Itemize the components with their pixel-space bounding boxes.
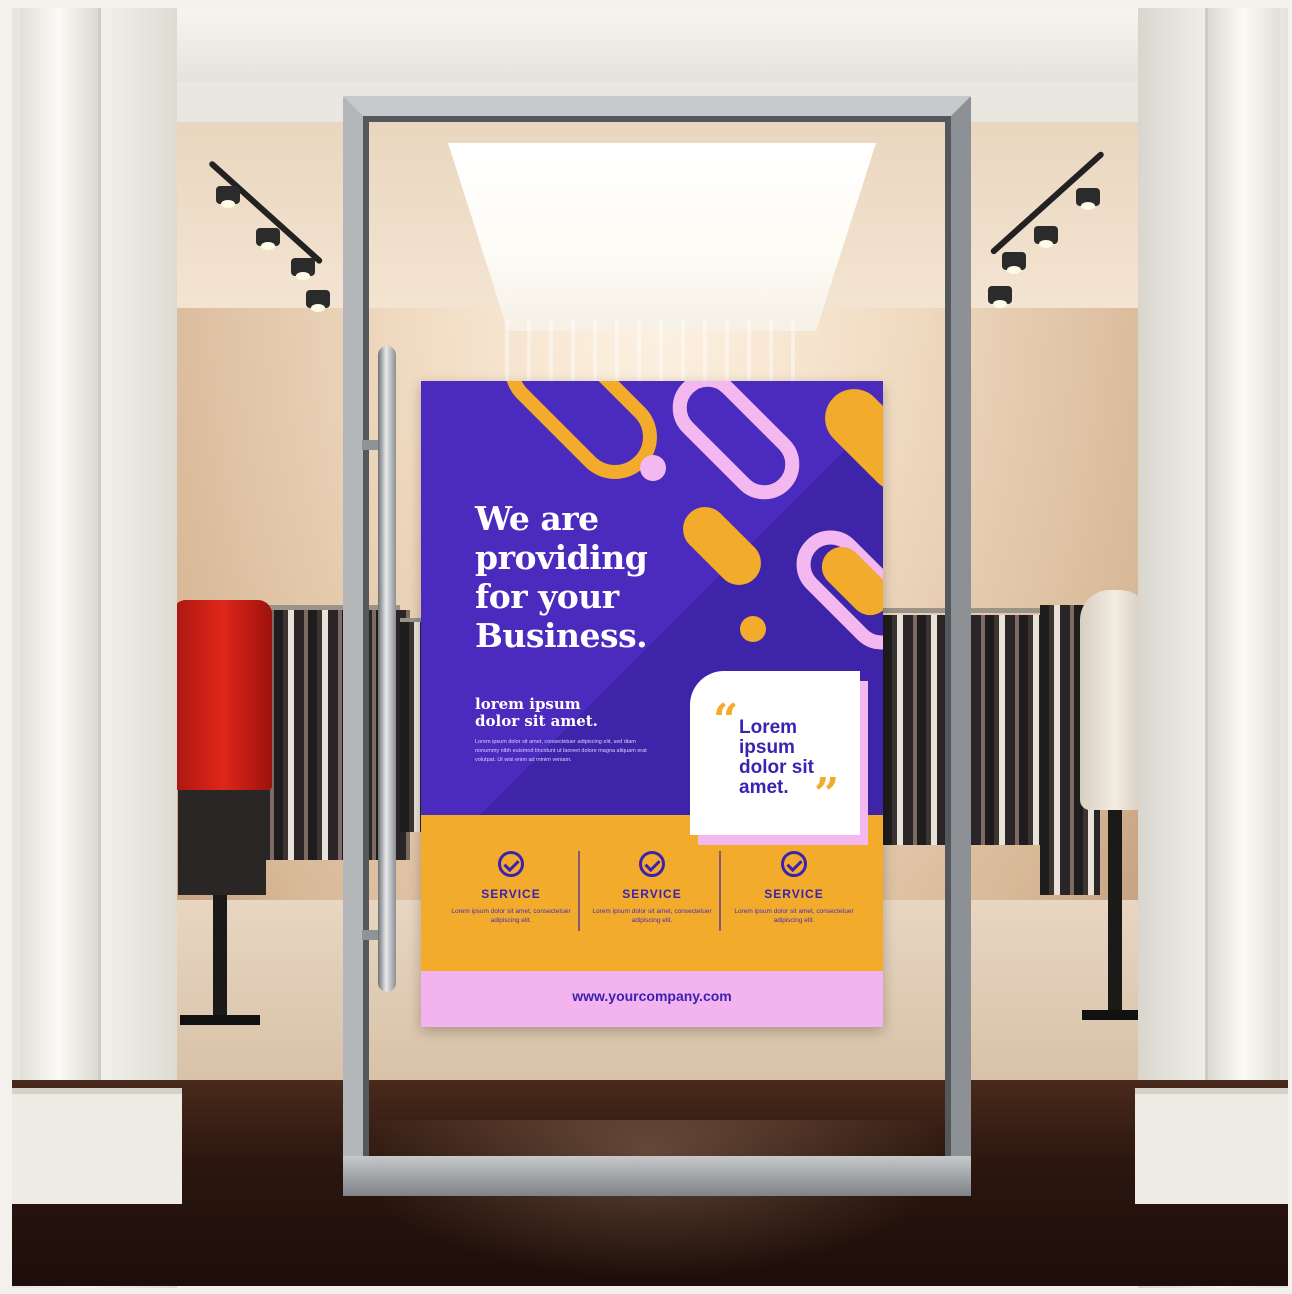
black-skirt [178,790,266,895]
red-blazer [172,600,272,790]
headline-line: Business. [475,616,648,655]
service-title: SERVICE [622,887,682,901]
quote-line: Lorem [739,717,798,738]
quote-close-mark: ” [814,769,840,820]
poster-website: www.yourcompany.com [572,988,732,1004]
poster-body-text: Lorem ipsum dolor sit amet, consectetuer… [475,739,647,763]
check-circle-icon [498,851,524,877]
mannequin-stand [1108,810,1122,1010]
spotlight [1034,226,1058,248]
headline-line: We are [475,499,599,538]
spotlight [988,286,1012,308]
wall-base-right [1135,1088,1288,1204]
storefront-header [12,8,1288,90]
door-bottom-rail [343,1156,971,1196]
spotlight [216,186,240,208]
subheading-line: dolor sit amet. [475,712,598,730]
service-title: SERVICE [481,887,541,901]
wall-base-left [12,1088,182,1204]
poster-headline: We are providing for your Business. [475,499,735,655]
pilaster-left [20,8,101,1208]
service-item: SERVICE Lorem ipsum dolor sit amet, cons… [584,851,720,925]
service-item: SERVICE Lorem ipsum dolor sit amet, cons… [726,851,862,925]
headline-line: providing [475,538,648,577]
check-circle-icon [781,851,807,877]
check-circle-icon [639,851,665,877]
quote-open-mark: “ [713,695,739,746]
pilaster-right [1205,8,1280,1208]
spotlight [256,228,280,250]
service-divider [578,851,580,931]
spotlight [1076,188,1100,210]
service-title: SERVICE [764,887,824,901]
service-item: SERVICE Lorem ipsum dolor sit amet, cons… [443,851,579,925]
spotlight [306,290,330,312]
service-divider [719,851,721,931]
door-handle [378,346,396,992]
spotlight [1002,252,1026,274]
service-description: Lorem ipsum dolor sit amet, consectetuer… [592,908,712,924]
business-poster: We are providing for your Business. lore… [421,381,883,1027]
decor-dot-orange [740,616,766,642]
mannequin-stand-base [180,1015,260,1025]
mannequin-red-blazer [172,600,272,900]
poster-subheading: lorem ipsum dolor sit amet. [475,696,598,730]
service-description: Lorem ipsum dolor sit amet, consectetuer… [734,908,854,924]
quote-line: amet. [739,777,789,798]
subheading-line: lorem ipsum [475,695,581,713]
quote-line: dolor sit [739,757,814,778]
mannequin-stand [213,895,227,1015]
quote-line: ipsum [739,737,795,758]
headline-line: for your [475,577,619,616]
quote-text: Lorem ipsum dolor sit amet. [739,718,814,798]
service-description: Lorem ipsum dolor sit amet, consectetuer… [451,908,571,924]
storefront-scene: We are providing for your Business. lore… [0,0,1292,1294]
decor-dot-pink [640,455,666,481]
mannequin-stand-base [1082,1010,1142,1020]
spotlight [291,258,315,280]
